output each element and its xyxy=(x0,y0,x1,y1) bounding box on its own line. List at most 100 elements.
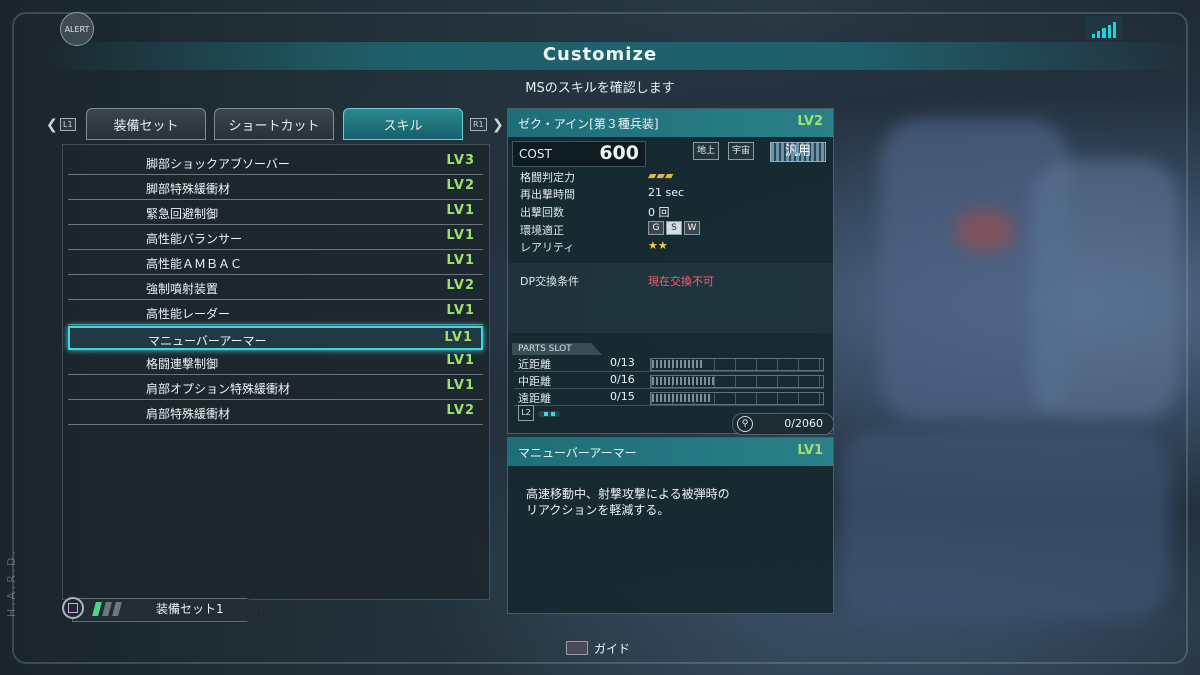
l2-button[interactable]: L2 xyxy=(518,405,534,421)
skill-name: 高性能ＡＭＢＡＣ xyxy=(146,257,243,271)
parts-label: 遠距離 xyxy=(518,392,551,405)
skill-detail-name: マニューバーアーマー xyxy=(518,446,637,460)
skill-level: LV1 xyxy=(446,353,475,368)
parts-value: 0/13 xyxy=(610,356,635,369)
rarity-stars: ★★ xyxy=(648,239,668,252)
parts-label: 近距離 xyxy=(518,358,551,371)
unit-name: ゼク・アイン[第３種兵装] xyxy=(518,117,659,131)
unit-info-panel: ゼク・アイン[第３種兵装] LV2 COST 600 地上 宇宙 汎用 格闘判定… xyxy=(507,108,834,435)
terrain-space-badge: 宇宙 xyxy=(728,142,755,160)
skill-row-selected[interactable]: マニューバーアーマー LV1 xyxy=(68,326,483,350)
parts-slot-title: PARTS SLOT xyxy=(512,343,602,355)
skill-detail-header: マニューバーアーマー LV1 xyxy=(508,438,833,466)
parts-row: 中距離 0/16 xyxy=(514,372,824,389)
skill-row[interactable]: 脚部ショックアブソーバー LV3 xyxy=(68,151,483,175)
guide-label: ガイド xyxy=(594,642,631,656)
skill-name: 強制噴射装置 xyxy=(146,282,219,296)
stat-value: 21 sec xyxy=(648,186,685,199)
page-subtitle: MSのスキルを確認します xyxy=(525,81,675,96)
touchpad-button-icon xyxy=(566,641,588,655)
skill-level: LV2 xyxy=(446,278,475,293)
page-title: Customize xyxy=(542,44,658,65)
square-button-icon[interactable] xyxy=(62,597,84,619)
side-watermark: H.A.R.D. xyxy=(5,548,18,618)
terrain-ground-badge: 地上 xyxy=(693,142,720,160)
tab-loadout[interactable]: 装備セット xyxy=(86,108,206,140)
skill-detail-level: LV1 xyxy=(797,443,823,458)
skill-row[interactable]: 高性能バランサー LV1 xyxy=(68,226,483,250)
chevron-right-icon[interactable]: ❯ xyxy=(492,117,504,133)
skill-level: LV1 xyxy=(446,378,475,393)
loadout-label: 装備セット1 xyxy=(156,602,224,616)
parts-capacity-ticks xyxy=(652,377,714,385)
tab-shortcut[interactable]: ショートカット xyxy=(214,108,334,140)
skill-row[interactable]: 緊急回避制御 LV1 xyxy=(68,201,483,225)
parts-label: 中距離 xyxy=(518,375,551,388)
parts-value: 0/16 xyxy=(610,373,635,386)
stat-label: 再出撃時間 xyxy=(520,188,575,201)
cost-value: 600 xyxy=(599,142,639,164)
skill-level: LV1 xyxy=(446,253,475,268)
dp-status: 現在交換不可 xyxy=(648,275,714,288)
skill-name: 格闘連撃制御 xyxy=(146,357,219,371)
cost-box: COST 600 xyxy=(512,141,646,167)
r1-button[interactable]: R1 xyxy=(470,118,487,131)
skill-row[interactable]: 肩部オプション特殊緩衝材 LV1 xyxy=(68,376,483,400)
skill-name: 高性能バランサー xyxy=(146,232,243,246)
skill-row[interactable]: 格闘連撃制御 LV1 xyxy=(68,351,483,375)
loadout-selector[interactable]: 装備セット1 xyxy=(58,596,264,622)
skill-name: 肩部オプション特殊緩衝材 xyxy=(146,382,291,396)
skill-level: LV3 xyxy=(446,153,475,168)
env-badge-w: W xyxy=(684,221,700,235)
tab-skill[interactable]: スキル xyxy=(343,108,463,140)
unit-level: LV2 xyxy=(797,114,823,129)
skill-row[interactable]: 強制噴射装置 LV2 xyxy=(68,276,483,300)
skill-name: 高性能レーダー xyxy=(146,307,231,321)
parts-row: 遠距離 0/15 xyxy=(514,389,824,406)
stat-label: 環境適正 xyxy=(520,224,564,237)
dp-exchange: DP交換条件 現在交換不可 xyxy=(508,263,833,333)
stat-value: 0 回 xyxy=(648,206,670,219)
parts-capacity-ticks xyxy=(652,360,702,368)
skill-row[interactable]: 高性能レーダー LV1 xyxy=(68,301,483,325)
skill-row[interactable]: 脚部特殊緩衝材 LV2 xyxy=(68,176,483,200)
cost-label: COST xyxy=(519,147,552,161)
skill-level: LV2 xyxy=(446,178,475,193)
unit-header: ゼク・アイン[第３種兵装] LV2 xyxy=(508,109,833,137)
skill-level: LV1 xyxy=(446,203,475,218)
dp-label: DP交換条件 xyxy=(520,275,580,288)
skill-level: LV1 xyxy=(444,330,473,345)
parts-value: 0/15 xyxy=(610,390,635,403)
l1-button[interactable]: L1 xyxy=(60,118,76,131)
melee-rank-icon: ▰▰▰ xyxy=(648,169,674,182)
skill-level: LV2 xyxy=(446,403,475,418)
environment-badges: GSW xyxy=(648,220,702,235)
skill-name: 緊急回避制御 xyxy=(146,207,219,221)
skill-level: LV1 xyxy=(446,303,475,318)
env-badge-g: G xyxy=(648,221,664,235)
alert-icon: ALERT xyxy=(60,12,94,46)
stat-label: レアリティ xyxy=(520,241,575,254)
skill-row[interactable]: 肩部特殊緩衝材 LV2 xyxy=(68,401,483,425)
unit-type-badge: 汎用 xyxy=(770,142,826,162)
skill-description: 高速移動中、射撃攻撃による被弾時の リアクションを軽減する。 xyxy=(526,487,730,517)
points-value: 0/2060 xyxy=(784,417,823,430)
skill-name: マニューバーアーマー xyxy=(148,334,267,348)
skill-name: 肩部特殊緩衝材 xyxy=(146,407,231,421)
stat-label: 格闘判定力 xyxy=(520,171,575,184)
env-badge-s: S xyxy=(666,221,682,235)
skill-name: 脚部ショックアブソーバー xyxy=(146,157,290,171)
skill-row[interactable]: 高性能ＡＭＢＡＣ LV1 xyxy=(68,251,483,275)
points-box: ⚲ 0/2060 xyxy=(732,413,834,435)
wrench-icon: ⚲ xyxy=(737,416,753,432)
skill-list: 脚部ショックアブソーバー LV3 脚部特殊緩衝材 LV2 緊急回避制御 LV1 高性能… xyxy=(62,144,490,600)
skill-level: LV1 xyxy=(446,228,475,243)
signal-icon xyxy=(1086,16,1122,40)
chevron-left-icon[interactable]: ❮ xyxy=(46,117,58,133)
stat-label: 出撃回数 xyxy=(520,206,564,219)
skill-name: 脚部特殊緩衝材 xyxy=(146,182,231,196)
page-indicator xyxy=(538,411,560,417)
parts-row: 近距離 0/13 xyxy=(514,355,824,372)
skill-detail-panel: マニューバーアーマー LV1 高速移動中、射撃攻撃による被弾時の リアクションを… xyxy=(507,437,834,614)
parts-capacity-ticks xyxy=(652,394,710,402)
